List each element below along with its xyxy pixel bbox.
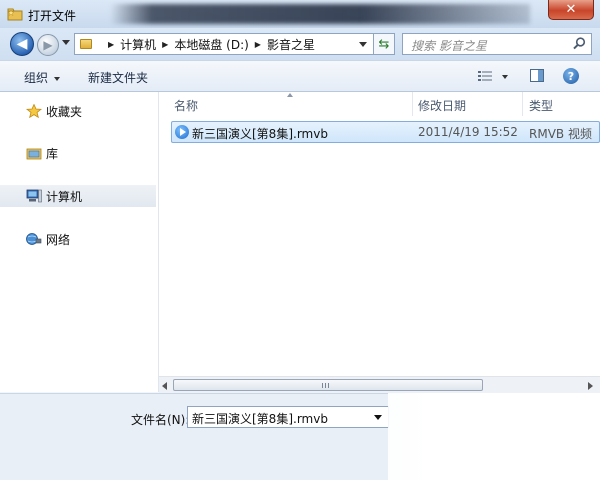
column-header-name[interactable]: 名称	[174, 92, 198, 116]
navigation-pane: 收藏夹 库 计算机 网络	[0, 92, 158, 392]
nav-label: 库	[46, 146, 59, 161]
organize-button[interactable]: 组织	[24, 69, 61, 86]
network-icon	[26, 233, 42, 245]
nav-label: 收藏夹	[46, 104, 83, 119]
sort-ascending-icon	[287, 93, 293, 97]
breadcrumb-drive-d[interactable]: 本地磁盘 (D:)	[174, 36, 248, 53]
nav-item-network[interactable]: 网络	[0, 228, 156, 250]
toolbar: 组织 新建文件夹 ?	[0, 60, 600, 92]
breadcrumb-folder[interactable]: 影音之星	[267, 36, 315, 53]
file-modified: 2011/4/19 15:52	[418, 125, 518, 139]
help-icon[interactable]: ?	[563, 68, 579, 84]
view-options-icon[interactable]	[478, 70, 492, 82]
file-type: RMVB 视频	[529, 127, 592, 141]
close-icon: ✕	[565, 2, 577, 17]
breadcrumb-computer[interactable]: 计算机	[120, 36, 156, 53]
organize-label: 组织	[24, 71, 49, 85]
star-icon	[26, 104, 42, 118]
washed-out-region	[388, 393, 600, 480]
file-name: 新三国演义[第8集].rmvb	[192, 127, 328, 141]
arrow-right-icon: ▶	[43, 38, 53, 52]
computer-icon	[26, 189, 42, 203]
column-header-modified[interactable]: 修改日期	[418, 92, 466, 116]
media-file-icon	[175, 125, 189, 139]
filename-combobox[interactable]: 新三国演义[第8集].rmvb	[187, 406, 389, 428]
nav-label: 网络	[46, 232, 71, 247]
refresh-button[interactable]: ⇆	[373, 33, 395, 55]
nav-item-favorites[interactable]: 收藏夹	[0, 100, 156, 122]
back-button[interactable]: ◀	[10, 32, 34, 56]
address-bar[interactable]: ▶ 计算机 ▶ 本地磁盘 (D:) ▶ 影音之星	[74, 33, 374, 55]
arrow-left-icon: ◀	[16, 36, 28, 52]
close-button[interactable]: ✕	[548, 0, 594, 20]
file-list: 名称 修改日期 类型 新三国演义[第8集].rmvb 2011/4/19 15:…	[159, 92, 600, 392]
nav-label: 计算机	[46, 189, 83, 204]
preview-pane-icon[interactable]	[530, 69, 544, 82]
nav-item-computer[interactable]: 计算机	[0, 185, 156, 207]
blurred-background	[110, 4, 530, 24]
search-box[interactable]: 搜索 影音之星	[402, 33, 592, 55]
chevron-down-icon	[54, 76, 61, 81]
grip-icon	[322, 383, 330, 388]
help-label: ?	[567, 69, 575, 83]
window-title: 打开文件	[28, 9, 77, 23]
chevron-right-icon[interactable]: ▶	[255, 40, 261, 49]
filename-input[interactable]: 新三国演义[第8集].rmvb	[192, 410, 328, 427]
chevron-right-icon[interactable]: ▶	[162, 40, 168, 49]
view-chevron-down-icon[interactable]	[502, 75, 508, 79]
title-bar: 打开文件 ✕	[0, 0, 600, 28]
address-row: ◀ ▶ ▶ 计算机 ▶ 本地磁盘 (D:) ▶ 影音之星 ⇆ 搜索 影音之星	[0, 28, 600, 60]
new-folder-button[interactable]: 新建文件夹	[88, 69, 148, 86]
table-row[interactable]: 新三国演义[第8集].rmvb 2011/4/19 15:52 RMVB 视频	[171, 121, 600, 143]
folder-star-icon	[7, 8, 23, 21]
chevron-down-icon[interactable]	[374, 415, 382, 420]
open-file-dialog: 打开文件 ✕ ◀ ▶ ▶ 计算机 ▶ 本地磁盘 (D:) ▶ 影音之星 ⇆ 搜索…	[0, 0, 600, 480]
scroll-left-arrow-icon[interactable]	[162, 382, 167, 390]
scrollbar-thumb[interactable]	[173, 379, 483, 391]
forward-button[interactable]: ▶	[37, 34, 59, 56]
scroll-right-arrow-icon[interactable]	[588, 382, 593, 390]
column-divider[interactable]	[522, 92, 523, 116]
folder-icon	[80, 39, 92, 49]
nav-item-libraries[interactable]: 库	[0, 142, 156, 164]
horizontal-scrollbar[interactable]	[159, 376, 600, 393]
library-icon	[26, 148, 42, 160]
refresh-icon: ⇆	[378, 36, 390, 52]
column-divider[interactable]	[412, 92, 413, 116]
address-dropdown-chevron-icon[interactable]	[359, 41, 367, 47]
recent-locations-chevron-icon[interactable]	[62, 40, 70, 45]
search-icon	[573, 37, 586, 50]
search-input[interactable]: 搜索 影音之星	[411, 37, 487, 54]
column-header-type[interactable]: 类型	[529, 92, 553, 116]
filename-label: 文件名(N):	[131, 413, 190, 427]
chevron-right-icon[interactable]: ▶	[108, 40, 114, 49]
